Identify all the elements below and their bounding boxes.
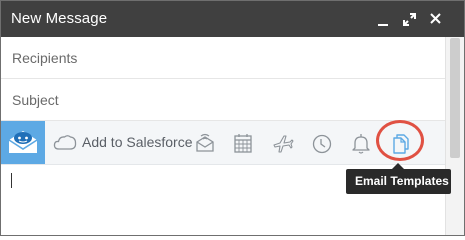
text-cursor — [11, 173, 12, 188]
subject-row — [1, 79, 445, 121]
clock-icon[interactable] — [310, 131, 334, 155]
cloud-icon[interactable] — [53, 133, 77, 156]
compose-window: New Message Recipients Subject Add to Sa… — [0, 0, 465, 236]
compose-titlebar[interactable]: New Message — [1, 1, 464, 37]
close-icon[interactable] — [426, 1, 446, 37]
window-title: New Message — [11, 10, 108, 27]
expand-icon[interactable] — [400, 1, 420, 37]
minimize-icon[interactable] — [373, 1, 393, 37]
airplane-icon[interactable] — [271, 131, 295, 155]
email-templates-icon[interactable] — [389, 131, 413, 155]
salesforce-toolbar: Add to Salesforce — [1, 121, 445, 165]
add-to-salesforce-link[interactable]: Add to Salesforce — [82, 134, 193, 150]
scrollbar-thumb[interactable] — [450, 38, 460, 158]
scrollbar[interactable] — [445, 37, 464, 235]
email-templates-tooltip: Email Templates — [346, 169, 451, 194]
salesforce-logo-icon[interactable] — [1, 121, 45, 164]
tracking-envelope-icon[interactable] — [193, 131, 217, 155]
subject-input[interactable] — [1, 79, 421, 120]
recipients-row — [1, 37, 445, 79]
bell-icon[interactable] — [349, 131, 373, 155]
recipients-input[interactable] — [1, 37, 421, 78]
tooltip-label: Email Templates — [355, 174, 449, 188]
calendar-icon[interactable] — [231, 131, 255, 155]
